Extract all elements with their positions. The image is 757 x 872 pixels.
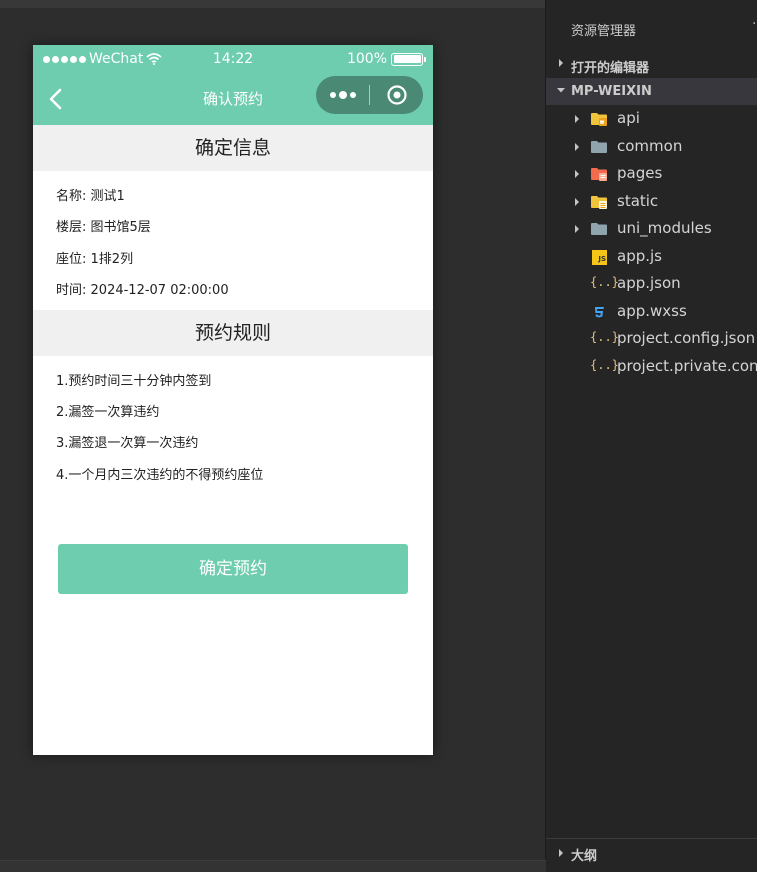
info-value: 图书馆5层 <box>90 220 151 235</box>
chevron-right-icon <box>575 115 579 123</box>
battery-icon <box>391 52 426 66</box>
tree-item-app-json[interactable]: {..} app.json <box>546 271 757 298</box>
info-value: 2024-12-07 02:00:00 <box>90 283 229 298</box>
target-circle-icon <box>386 85 407 105</box>
more-icon[interactable]: ··· <box>752 16 757 32</box>
folder-api-icon <box>591 113 607 126</box>
status-bar: WeChat 14:22 100% <box>33 45 433 73</box>
tree-item-label: uni_modules <box>617 219 712 237</box>
tree-item-label: app.js <box>617 247 662 265</box>
outline-section[interactable]: 大纲 <box>546 838 757 872</box>
css-file-icon <box>595 307 604 318</box>
rule-item: 1.预约时间三十分钟内签到 <box>56 374 212 389</box>
status-right: 100% <box>346 51 426 67</box>
info-label: 楼层: <box>56 220 87 235</box>
confirm-reservation-button[interactable]: 确定预约 <box>58 544 408 594</box>
tree-item-label: common <box>617 137 683 155</box>
chevron-right-icon <box>575 198 579 206</box>
nav-bar: 确认预约 <box>33 73 433 125</box>
battery-fill <box>393 55 421 63</box>
ide-window: WeChat 14:22 100% 确认预约 确定信息 名称: 测试1 楼层: … <box>0 0 757 872</box>
folder-static-icon <box>591 196 607 209</box>
menu-capsule <box>316 76 423 114</box>
tree-item-label: app.json <box>617 274 681 292</box>
info-value: 1排2列 <box>90 252 134 267</box>
json-file-icon: {..} <box>590 275 619 289</box>
explorer-title: 资源管理器 <box>571 24 637 39</box>
info-label: 座位: <box>56 252 87 267</box>
outline-label: 大纲 <box>571 849 598 864</box>
project-label: MP-WEIXIN <box>571 84 652 99</box>
tree-item-common[interactable]: common <box>546 134 757 161</box>
tree-item-pages[interactable]: pages <box>546 161 757 188</box>
project-section[interactable]: MP-WEIXIN <box>546 78 757 105</box>
battery-percent: 100% <box>346 51 387 67</box>
phone-simulator: WeChat 14:22 100% 确认预约 确定信息 名称: 测试1 楼层: … <box>33 45 433 755</box>
info-value: 测试1 <box>90 189 125 204</box>
folder-icon <box>591 223 607 235</box>
tree-item-label: static <box>617 192 659 210</box>
tree-item-label: pages <box>617 164 663 182</box>
rules-section-title: 预约规则 <box>33 310 433 356</box>
js-file-icon: JS <box>592 250 607 265</box>
explorer-panel: 资源管理器 ··· 打开的编辑器 MP-WEIXIN api co <box>545 0 757 872</box>
tree-item-static[interactable]: static <box>546 189 757 216</box>
chevron-right-icon <box>559 59 563 67</box>
tree-item-api[interactable]: api <box>546 106 757 133</box>
info-section-title: 确定信息 <box>33 125 433 171</box>
toolbar-strip <box>0 0 546 8</box>
info-label: 时间: <box>56 283 87 298</box>
chevron-down-icon <box>557 88 565 93</box>
chevron-right-icon <box>559 849 563 857</box>
chevron-right-icon <box>575 170 579 178</box>
info-row-seat: 座位: 1排2列 <box>56 248 133 267</box>
tree-item-app-wxss[interactable]: app.wxss <box>546 299 757 326</box>
json-file-icon: {..} <box>590 330 619 344</box>
info-label: 名称: <box>56 189 87 204</box>
folder-icon <box>591 141 607 153</box>
info-row-name: 名称: 测试1 <box>56 185 125 204</box>
tree-item-label: project.config.json <box>617 329 756 347</box>
tree-item-label: project.private.config.json <box>617 357 757 375</box>
tree-item-project-private-config[interactable]: {..} project.private.config.json <box>546 354 757 381</box>
tree-item-project-config[interactable]: {..} project.config.json <box>546 326 757 353</box>
open-editors-section[interactable]: 打开的编辑器 <box>546 51 757 78</box>
capsule-close-button[interactable] <box>370 76 423 114</box>
status-strip <box>0 860 546 872</box>
more-dots-icon[interactable] <box>316 76 369 114</box>
info-row-time: 时间: 2024-12-07 02:00:00 <box>56 279 229 298</box>
rule-item: 3.漏签退一次算一次违约 <box>56 436 199 451</box>
rule-item: 2.漏签一次算违约 <box>56 405 160 420</box>
rule-item: 4.一个月内三次违约的不得预约座位 <box>56 468 264 483</box>
tree-item-uni-modules[interactable]: uni_modules <box>546 216 757 243</box>
chevron-right-icon <box>575 143 579 151</box>
chevron-right-icon <box>575 225 579 233</box>
tree-item-app-js[interactable]: JS app.js <box>546 244 757 271</box>
json-file-icon: {..} <box>590 358 619 372</box>
info-row-floor: 楼层: 图书馆5层 <box>56 216 151 235</box>
tree-item-label: api <box>617 109 640 127</box>
open-editors-label: 打开的编辑器 <box>571 61 650 76</box>
folder-pages-icon <box>591 168 607 181</box>
tree-item-label: app.wxss <box>617 302 687 320</box>
